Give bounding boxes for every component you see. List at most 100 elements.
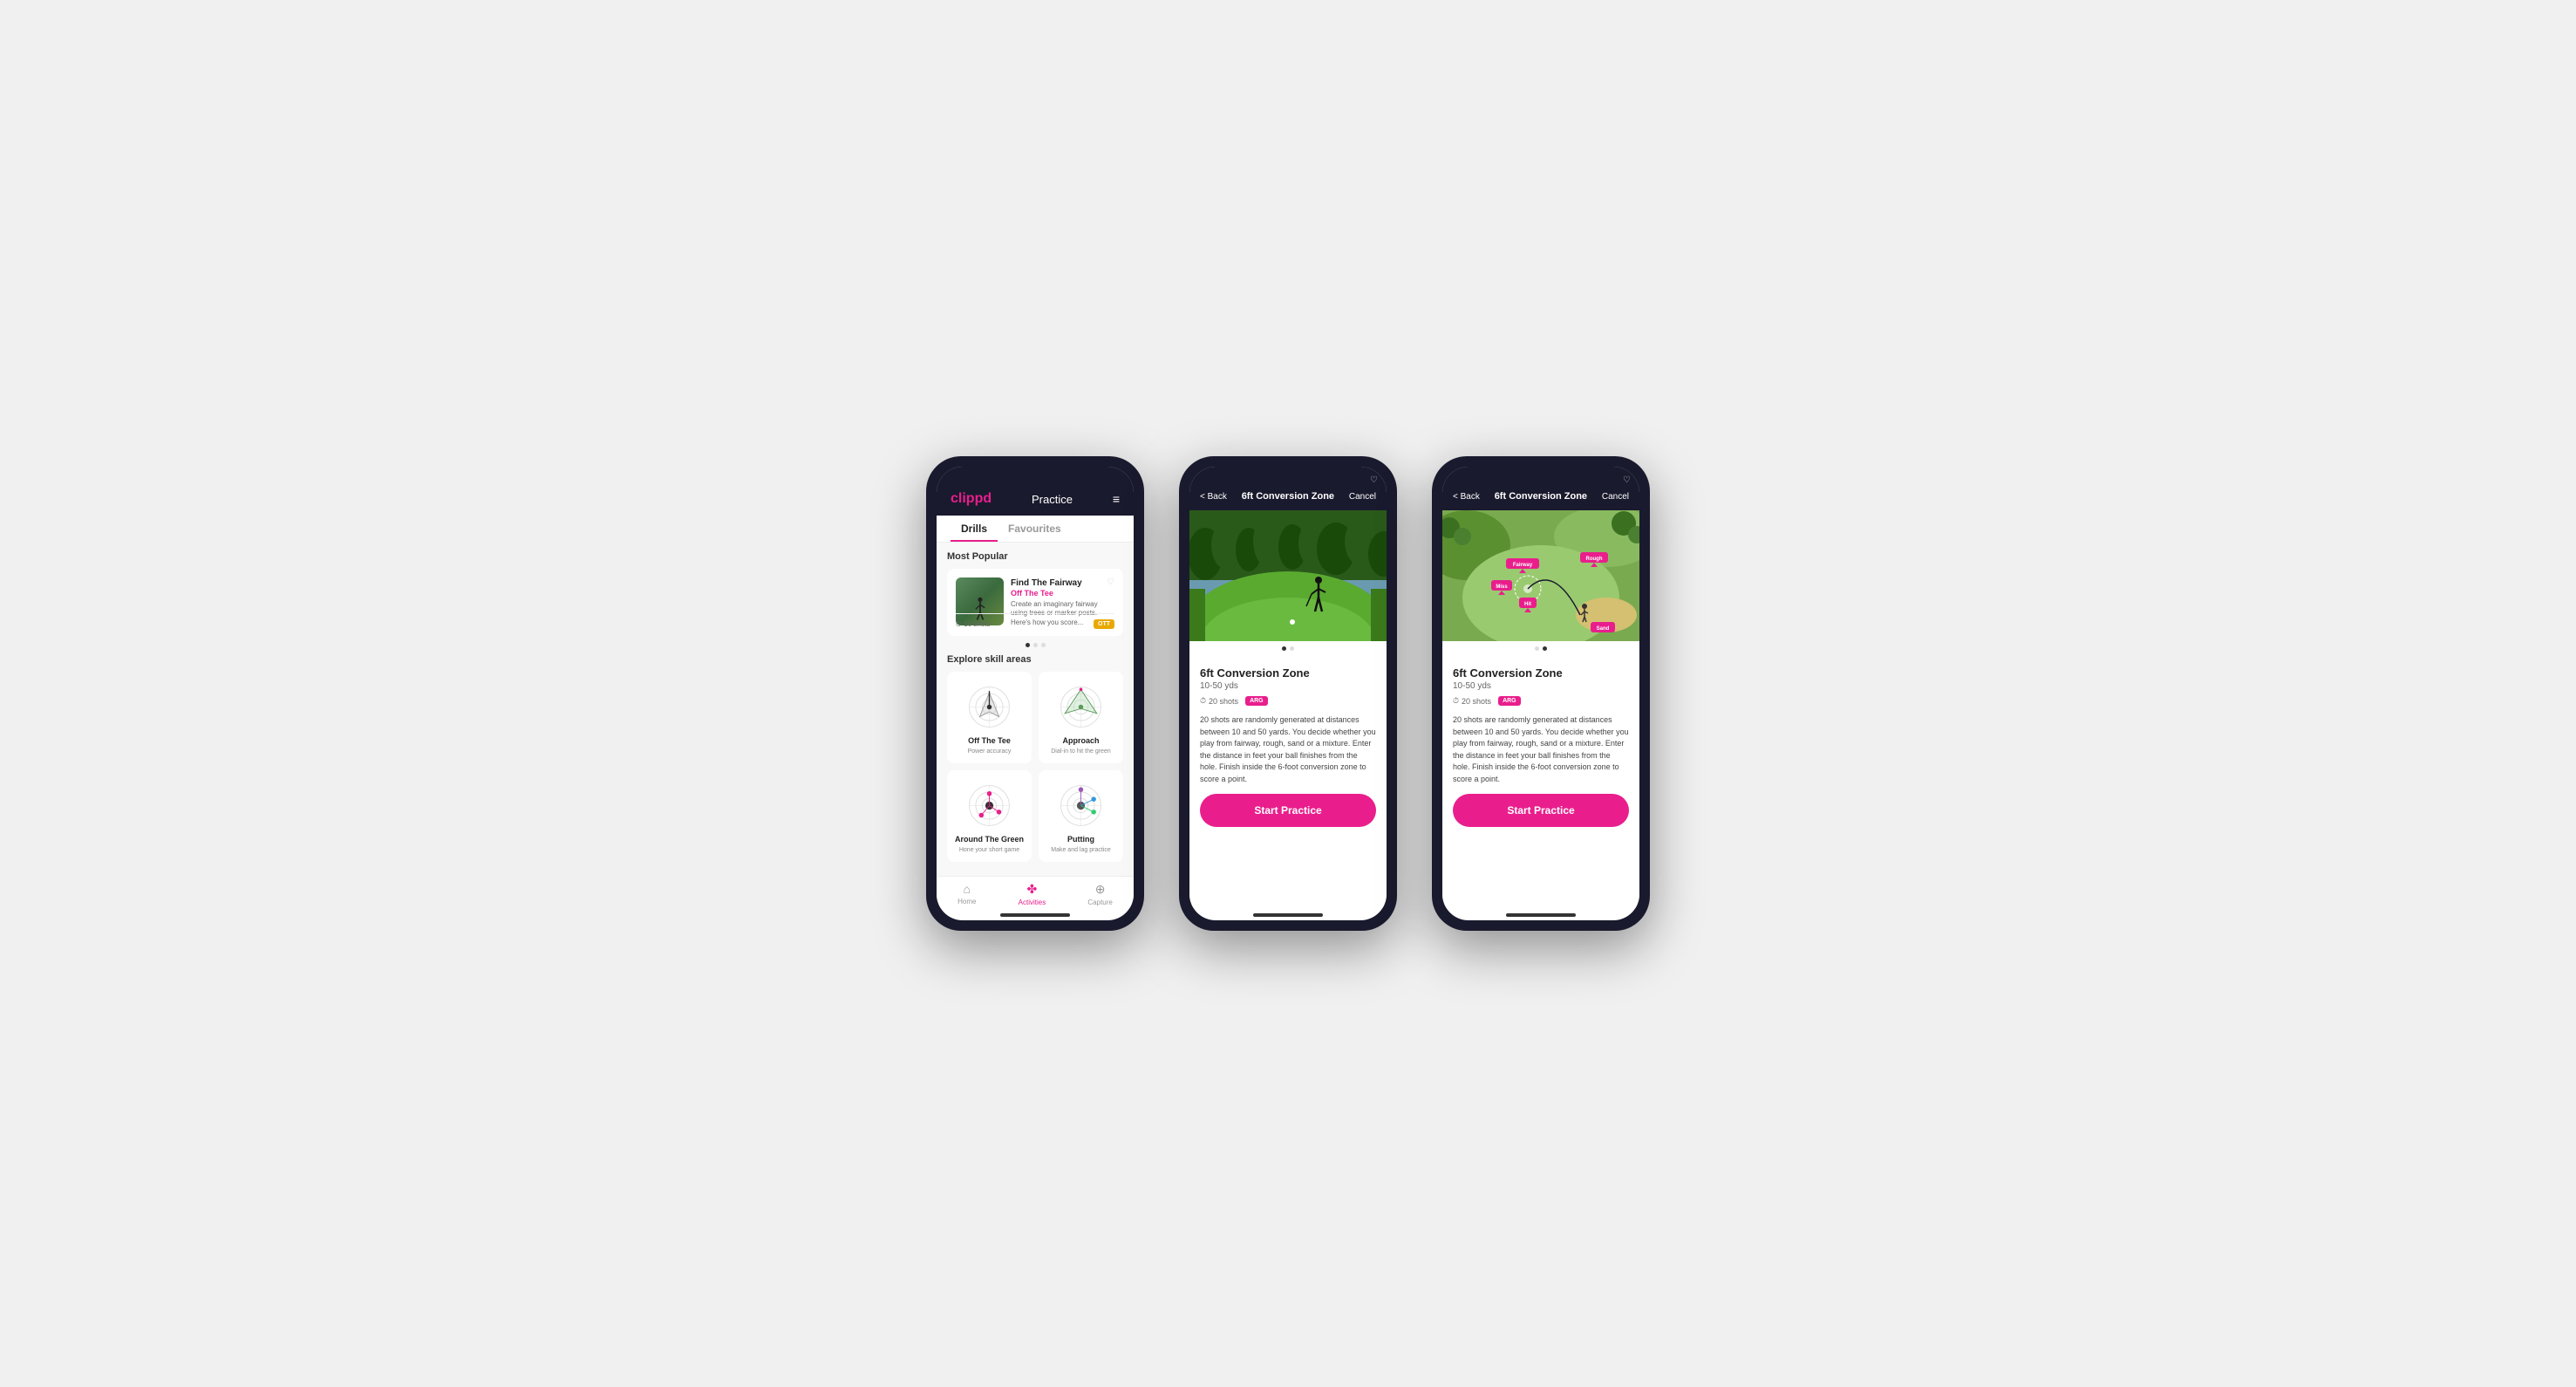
dot-3: [1041, 643, 1046, 647]
nav-home-label: Home: [957, 898, 976, 905]
drill-subtitle: Off The Tee: [1011, 589, 1114, 598]
shots-meta-3: ⏱ 20 shots: [1453, 696, 1491, 706]
putting-radar-icon: [1057, 782, 1105, 830]
svg-text:Miss: Miss: [1496, 584, 1508, 590]
capture-icon: ⊕: [1095, 882, 1106, 897]
bottom-nav: ⌂ Home ✤ Activities ⊕ Capture: [937, 876, 1134, 908]
shots-label: ⏱ 10 shots: [956, 620, 991, 629]
phone-screen-2: < Back 6ft Conversion Zone Cancel: [1189, 467, 1387, 920]
skill-name-approach: Approach: [1062, 736, 1099, 745]
detail-title-3: 6ft Conversion Zone: [1495, 491, 1587, 502]
shots-meta-2: ⏱ 20 shots: [1200, 696, 1238, 706]
nav-activities-label: Activities: [1019, 898, 1046, 906]
img-dot-1: [1282, 646, 1286, 651]
drill-range-2: 10-50 yds: [1200, 681, 1310, 691]
svg-text:Sand: Sand: [1597, 626, 1610, 632]
tab-favourites[interactable]: Favourites: [998, 516, 1072, 542]
cancel-button-2[interactable]: Cancel: [1349, 492, 1376, 502]
arg-radar-icon: [965, 782, 1013, 830]
phone-notch-2: [1253, 456, 1323, 474]
drill-detail-title-2: 6ft Conversion Zone: [1200, 666, 1310, 680]
home-indicator: [1000, 913, 1070, 917]
phone-2: < Back 6ft Conversion Zone Cancel: [1179, 456, 1397, 931]
cancel-button-3[interactable]: Cancel: [1602, 492, 1629, 502]
phone-notch: [1000, 456, 1070, 474]
svg-text:Hit: Hit: [1524, 602, 1531, 607]
detail-body-3: 6ft Conversion Zone 10-50 yds ♡ ⏱ 20 sho…: [1442, 656, 1639, 908]
skill-grid: Off The Tee Power accuracy: [947, 672, 1123, 862]
skill-desc-approach: Dial-in to hit the green: [1051, 748, 1110, 755]
putting-icon-area: [1055, 779, 1107, 831]
tab-drills[interactable]: Drills: [951, 516, 998, 542]
skill-card-ott[interactable]: Off The Tee Power accuracy: [947, 672, 1032, 763]
img-dot-3-1: [1535, 646, 1539, 651]
most-popular-label: Most Popular: [947, 551, 1123, 562]
skill-name-ott: Off The Tee: [968, 736, 1011, 745]
nav-capture[interactable]: ⊕ Capture: [1087, 882, 1112, 906]
image-dots-2: [1189, 641, 1387, 656]
svg-text:Rough: Rough: [1586, 557, 1603, 562]
drill-desc-3: 20 shots are randomly generated at dista…: [1453, 714, 1629, 785]
phone-screen-1: clippd Practice ≡ Drills Favourites Most…: [937, 467, 1134, 920]
drill-range-3: 10-50 yds: [1453, 681, 1563, 691]
drill-photo: [1189, 510, 1387, 641]
skill-card-arg[interactable]: Around The Green Hone your short game: [947, 770, 1032, 862]
skill-desc-ott: Power accuracy: [968, 748, 1012, 755]
skill-card-approach[interactable]: Approach Dial-in to hit the green: [1039, 672, 1123, 763]
detail-body-2: 6ft Conversion Zone 10-50 yds ♡ ⏱ 20 sho…: [1189, 656, 1387, 908]
screen-body: Most Popular Find The Fairw: [937, 543, 1134, 876]
carousel-dots: [947, 643, 1123, 647]
drill-detail-title-3: 6ft Conversion Zone: [1453, 666, 1563, 680]
skill-card-putting[interactable]: Putting Make and lag practice: [1039, 770, 1123, 862]
drill-tag-3: ARG: [1498, 696, 1521, 706]
img-dot-2: [1290, 646, 1294, 651]
tabs-bar: Drills Favourites: [937, 516, 1134, 543]
approach-icon-area: [1055, 680, 1107, 733]
approach-radar-icon: [1057, 683, 1105, 731]
favourite-icon[interactable]: ♡: [1107, 577, 1114, 587]
ott-radar-icon: [965, 683, 1013, 731]
arg-icon-area: [964, 779, 1016, 831]
phone-1: clippd Practice ≡ Drills Favourites Most…: [926, 456, 1144, 931]
skill-desc-arg: Hone your short game: [959, 847, 1019, 853]
img-dot-3-2: [1543, 646, 1547, 651]
course-photo-svg: [1189, 510, 1387, 641]
featured-drill-card[interactable]: Find The Fairway Off The Tee Create an i…: [947, 569, 1123, 636]
image-dots-3: [1442, 641, 1639, 656]
back-button-2[interactable]: < Back: [1200, 492, 1227, 502]
nav-capture-label: Capture: [1087, 898, 1112, 906]
activities-icon: ✤: [1027, 882, 1038, 897]
start-practice-button-3[interactable]: Start Practice: [1453, 794, 1629, 827]
home-indicator-2: [1253, 913, 1323, 917]
drill-tag: OTT: [1094, 619, 1114, 629]
explore-label: Explore skill areas: [947, 654, 1123, 665]
ott-icon-area: [964, 680, 1016, 733]
drill-meta-3: ⏱ 20 shots ARG: [1453, 696, 1629, 706]
nav-activities[interactable]: ✤ Activities: [1019, 882, 1046, 906]
menu-icon[interactable]: ≡: [1113, 492, 1120, 506]
home-indicator-3: [1506, 913, 1576, 917]
drill-tag-2: ARG: [1245, 696, 1268, 706]
clock-icon-2: ⏱: [1200, 696, 1206, 706]
skill-desc-putting: Make and lag practice: [1051, 847, 1110, 853]
course-map: Fairway Rough Miss Hit Sand: [1442, 510, 1639, 641]
nav-home[interactable]: ⌂ Home: [957, 882, 976, 906]
phone-screen-3: < Back 6ft Conversion Zone Cancel: [1442, 467, 1639, 920]
skill-name-arg: Around The Green: [955, 835, 1024, 844]
svg-text:Fairway: Fairway: [1513, 563, 1533, 568]
app-logo: clippd: [951, 491, 992, 507]
phone-3: < Back 6ft Conversion Zone Cancel: [1432, 456, 1650, 931]
app-header: clippd Practice ≡: [937, 467, 1134, 516]
clock-icon: ⏱: [956, 620, 961, 629]
clock-icon-3: ⏱: [1453, 696, 1459, 706]
drill-desc-2: 20 shots are randomly generated at dista…: [1200, 714, 1376, 785]
drill-title: Find The Fairway: [1011, 577, 1114, 589]
back-button-3[interactable]: < Back: [1453, 492, 1480, 502]
home-icon: ⌂: [964, 882, 971, 896]
dot-1: [1026, 643, 1030, 647]
header-title: Practice: [1032, 493, 1073, 506]
start-practice-button-2[interactable]: Start Practice: [1200, 794, 1376, 827]
drill-meta-2: ⏱ 20 shots ARG: [1200, 696, 1376, 706]
course-map-svg: Fairway Rough Miss Hit Sand: [1442, 510, 1639, 641]
dot-2: [1033, 643, 1038, 647]
